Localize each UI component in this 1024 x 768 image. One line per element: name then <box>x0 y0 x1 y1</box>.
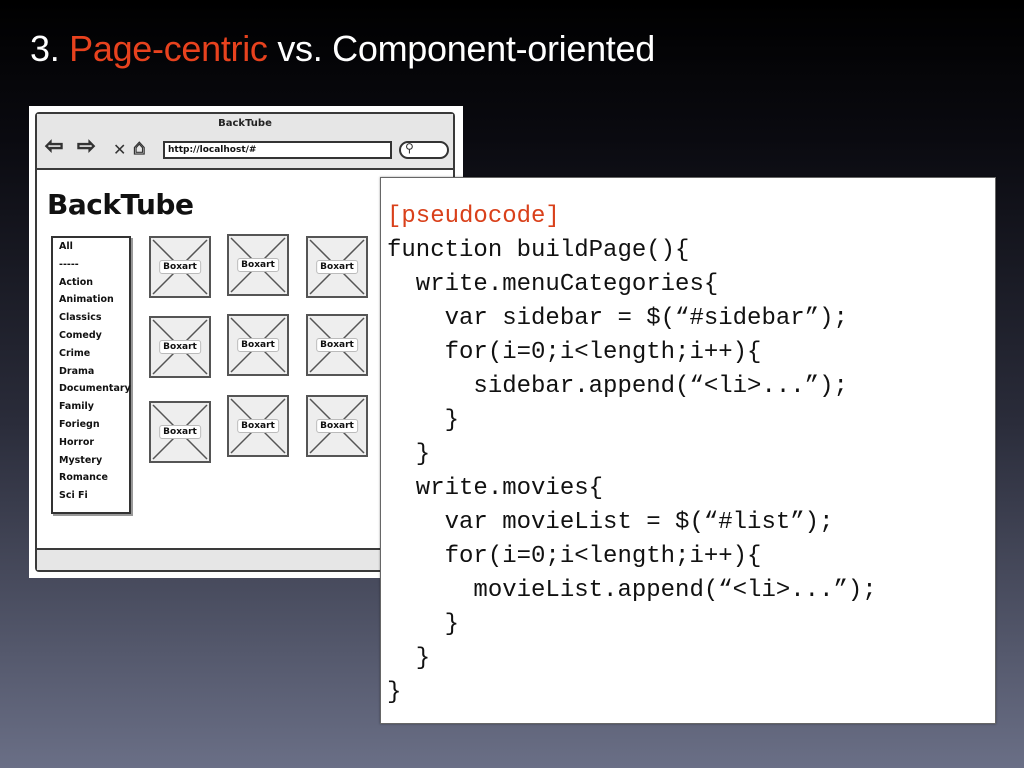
close-icon[interactable]: ✕ <box>113 139 126 161</box>
home-icon[interactable]: ⌂ <box>132 135 146 158</box>
sidebar-item[interactable]: Documentary <box>59 381 131 399</box>
boxart-label: Boxart <box>159 260 201 274</box>
boxart-label: Boxart <box>159 340 201 354</box>
pseudocode-block: [pseudocode] function buildPage(){ write.… <box>387 200 877 710</box>
code-line: for(i=0;i<length;i++){ <box>387 543 762 570</box>
code-line: var sidebar = $(“#sidebar”); <box>387 305 848 332</box>
code-line: function buildPage(){ <box>387 237 690 264</box>
forward-arrow-icon[interactable]: ⇨ <box>76 135 96 158</box>
sidebar-item[interactable]: All <box>59 239 129 257</box>
sidebar-item[interactable]: Family <box>59 399 129 417</box>
code-line: } <box>387 645 431 672</box>
sidebar-item[interactable]: Sci Fi <box>59 488 129 506</box>
window-title: BackTube <box>218 118 272 129</box>
code-line: for(i=0;i<length;i++){ <box>387 339 762 366</box>
sidebar-item[interactable]: Horror <box>59 435 129 453</box>
sidebar-item[interactable]: Romance <box>59 470 129 488</box>
search-icon: ⚲ <box>405 141 414 155</box>
code-line: write.menuCategories{ <box>387 271 719 298</box>
code-line: movieList.append(“<li>...”); <box>387 577 877 604</box>
boxart-placeholder[interactable]: Boxart <box>149 401 211 463</box>
app-title: BackTube <box>47 188 194 221</box>
boxart-placeholder[interactable]: Boxart <box>227 395 289 457</box>
slide-title-accent: Page-centric <box>69 28 268 69</box>
boxart-label: Boxart <box>316 338 358 352</box>
sidebar-item[interactable]: Crime <box>59 346 129 364</box>
category-sidebar: All ----- Action Animation Classics Comedy Cri… <box>51 236 131 514</box>
slide-title-prefix: 3. <box>30 28 70 69</box>
sidebar-item[interactable]: Animation <box>59 292 129 310</box>
code-comment: [pseudocode] <box>387 203 560 230</box>
code-line: var movieList = $(“#list”); <box>387 509 834 536</box>
code-line: } <box>387 407 460 434</box>
sidebar-item[interactable]: Foriegn <box>59 417 129 435</box>
boxart-label: Boxart <box>237 258 279 272</box>
boxart-label: Boxart <box>237 419 279 433</box>
sidebar-item[interactable]: Drama <box>59 364 129 382</box>
code-line: } <box>387 441 431 468</box>
boxart-placeholder[interactable]: Boxart <box>149 236 211 298</box>
code-line: } <box>387 679 402 706</box>
boxart-placeholder[interactable]: Boxart <box>227 314 289 376</box>
sidebar-item[interactable]: ----- <box>59 257 129 275</box>
boxart-label: Boxart <box>237 338 279 352</box>
boxart-placeholder[interactable]: Boxart <box>306 395 368 457</box>
boxart-label: Boxart <box>159 425 201 439</box>
sidebar-item[interactable]: Mystery <box>59 453 129 471</box>
sidebar-item[interactable]: Classics <box>59 310 129 328</box>
search-input[interactable]: ⚲ <box>399 141 449 159</box>
code-line: } <box>387 611 460 638</box>
slide-title-suffix: vs. Component-oriented <box>267 28 655 69</box>
code-panel: [pseudocode] function buildPage(){ write.… <box>380 177 996 724</box>
boxart-placeholder[interactable]: Boxart <box>149 316 211 378</box>
browser-toolbar: BackTube ⇦ ⇨ ✕ ⌂ http://localhost/# ⚲ <box>37 114 453 170</box>
boxart-label: Boxart <box>316 419 358 433</box>
sidebar-item[interactable]: Action <box>59 275 129 293</box>
code-line: sidebar.append(“<li>...”); <box>387 373 848 400</box>
sidebar-item[interactable]: Comedy <box>59 328 129 346</box>
slide-title: 3. Page-centric vs. Component-oriented <box>30 28 655 70</box>
back-arrow-icon[interactable]: ⇦ <box>44 135 64 158</box>
boxart-placeholder[interactable]: Boxart <box>306 236 368 298</box>
boxart-placeholder[interactable]: Boxart <box>227 234 289 296</box>
boxart-label: Boxart <box>316 260 358 274</box>
code-line: write.movies{ <box>387 475 604 502</box>
url-bar[interactable]: http://localhost/# <box>163 141 392 159</box>
boxart-placeholder[interactable]: Boxart <box>306 314 368 376</box>
